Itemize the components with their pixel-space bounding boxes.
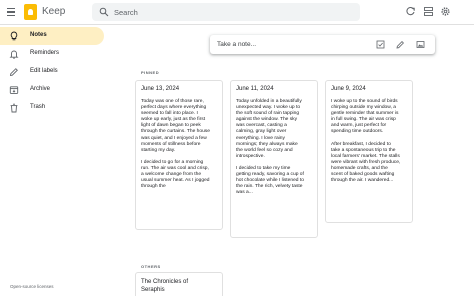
search-input[interactable] [114,5,354,19]
note-body: I woke up to the sound of birds chirping… [331,99,401,184]
sidebar-item-label: Trash [30,104,46,110]
list-view-icon[interactable] [423,6,434,17]
others-section-label: OTHERS [141,264,161,269]
pinned-section-label: PINNED [141,70,160,75]
sidebar-item-reminders[interactable]: Reminders [0,45,104,63]
sidebar-item-notes[interactable]: Notes [0,27,104,45]
note-title: June 9, 2024 [331,86,366,92]
take-note-bar[interactable]: Take a note... [210,35,435,54]
settings-gear-icon[interactable] [440,6,451,17]
menu-line [7,11,15,13]
app-header: Keep [0,0,474,24]
keep-logo[interactable] [24,4,37,20]
note-card[interactable]: June 13, 2024 Today was one of those rar… [135,80,223,230]
lightbulb-icon [10,31,18,41]
sidebar-item-label: Edit labels [30,68,58,74]
archive-icon [9,86,19,94]
note-card[interactable]: June 11, 2024 Today unfolded in a beauti… [230,80,318,238]
take-note-placeholder[interactable]: Take a note... [217,41,256,48]
note-card[interactable]: The Chronicles of Seraphis [135,272,223,296]
note-title: The Chronicles of Seraphis [141,279,189,293]
new-image-icon[interactable] [416,40,425,49]
note-card[interactable]: June 9, 2024 I woke up to the sound of b… [325,80,413,223]
menu-line [7,14,15,16]
note-title: June 11, 2024 [236,86,274,92]
sidebar-item-label: Archive [30,86,51,92]
trash-icon [10,103,18,113]
new-drawing-pen-icon[interactable] [396,40,405,49]
sidebar-item-edit-labels[interactable]: Edit labels [0,63,104,81]
bell-icon [9,50,19,59]
open-source-licenses-link[interactable]: Open-source licenses [10,284,54,289]
note-body: Today was one of those rare, perfect day… [141,99,210,190]
menu-line [7,8,15,10]
app-title[interactable]: Keep [42,6,65,17]
note-title: June 13, 2024 [141,86,180,92]
pencil-icon [9,68,18,77]
search-bar[interactable] [92,3,360,21]
main-menu-button[interactable] [4,5,18,19]
sidebar-item-label: Notes [30,32,47,38]
sidebar-item-label: Reminders [30,50,60,56]
sidebar-item-trash[interactable]: Trash [0,99,104,117]
search-icon[interactable] [99,7,109,17]
sidebar: Notes Reminders Edit labels Archive Tras… [0,25,110,296]
sidebar-item-archive[interactable]: Archive [0,81,104,99]
refresh-icon[interactable] [405,6,416,17]
new-list-checkbox-icon[interactable] [376,40,385,49]
note-body: Today unfolded in a beautifully unexpect… [236,99,304,196]
